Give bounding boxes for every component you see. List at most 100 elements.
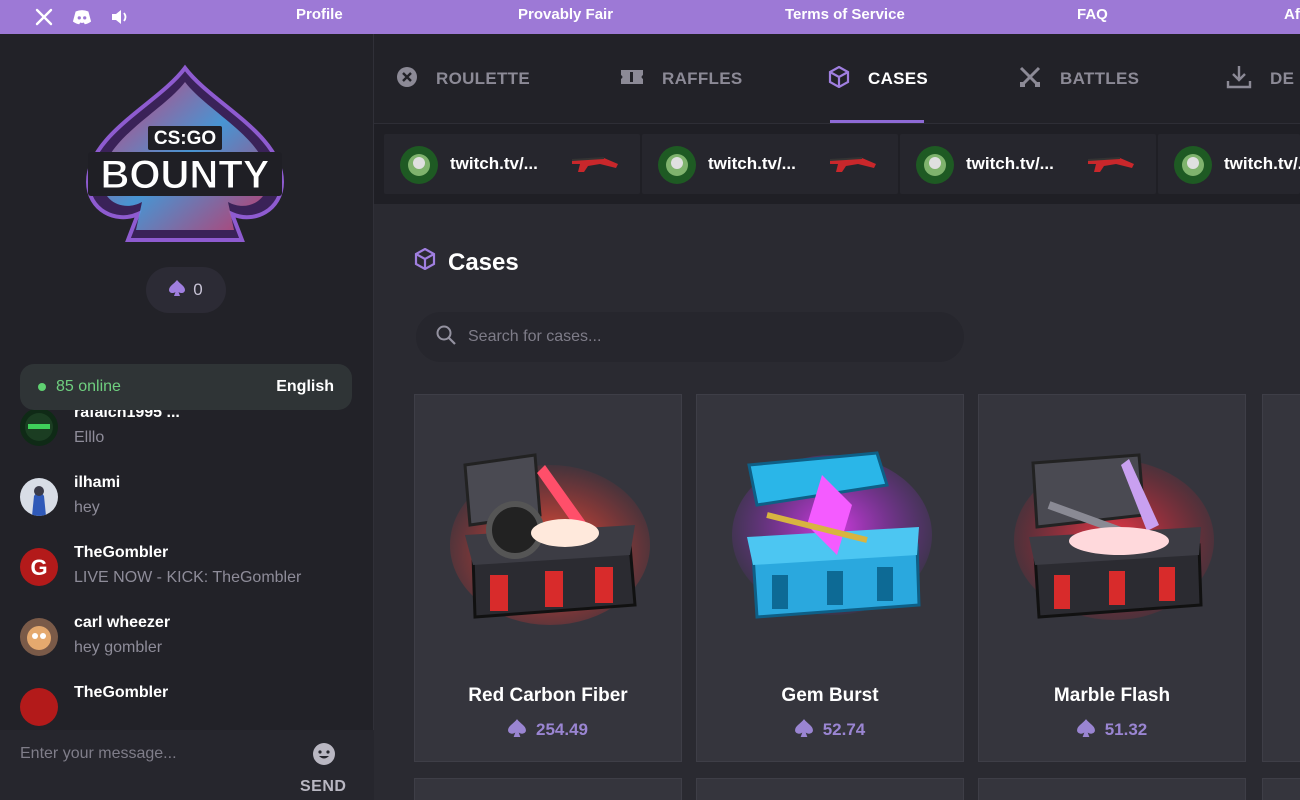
swords-icon — [1018, 65, 1042, 94]
svg-text:G: G — [30, 555, 47, 580]
cube-icon — [828, 65, 850, 93]
feed-item-text: twitch.tv/... — [450, 154, 538, 173]
download-icon — [1226, 64, 1252, 95]
sidebar: CS:GO BOUNTY 0 85 online English rafalch… — [0, 34, 374, 800]
chat-input-bar: Enter your message... SEND — [0, 730, 374, 800]
avatar — [1174, 146, 1212, 184]
chat-username[interactable]: TheGombler — [74, 684, 168, 702]
spade-icon — [169, 279, 186, 301]
feed-item-text: twitch.tv/... — [966, 154, 1054, 173]
nav-provably-fair[interactable]: Provably Fair — [518, 6, 613, 23]
page-title-text: Cases — [448, 248, 519, 276]
case-price-value: 52.74 — [822, 720, 866, 739]
chat-username[interactable]: ilhami — [74, 474, 120, 492]
cube-icon — [414, 247, 436, 277]
case-card-partial[interactable] — [1262, 394, 1300, 762]
spade-icon — [508, 718, 526, 742]
roulette-icon — [396, 66, 418, 93]
case-card-partial[interactable] — [978, 778, 1246, 800]
avatar[interactable] — [20, 408, 58, 446]
tab-battles-label: BATTLES — [1060, 69, 1140, 88]
case-card[interactable]: Marble Flash 51.32 — [978, 394, 1246, 762]
feed-item[interactable]: twitch.tv/... — [384, 134, 640, 194]
case-name: Marble Flash — [1053, 685, 1171, 706]
tab-roulette[interactable]: ROULETTE — [396, 64, 530, 94]
language-selector[interactable]: English — [276, 378, 334, 396]
case-image-gem-burst — [727, 445, 937, 635]
case-image-red-carbon — [445, 445, 655, 635]
top-bar: Profile Provably Fair Terms of Service F… — [0, 0, 1300, 34]
nav-faq[interactable]: FAQ — [1077, 6, 1108, 23]
nav-affiliates[interactable]: Af — [1284, 6, 1300, 23]
send-button[interactable]: SEND — [300, 778, 346, 796]
avatar[interactable] — [20, 478, 58, 516]
chat-message: rafalch1995 ... Elllo — [20, 404, 360, 464]
online-count: 85 online — [38, 378, 121, 396]
ticket-icon — [620, 67, 644, 92]
online-dot-icon — [38, 383, 46, 391]
top-nav: Profile Provably Fair Terms of Service F… — [0, 0, 1300, 34]
search-input[interactable] — [468, 328, 908, 346]
case-card[interactable]: Gem Burst 52.74 — [696, 394, 964, 762]
case-card-partial[interactable] — [1262, 778, 1300, 800]
chat-messages: rafalch1995 ... Elllo ilhami hey G TheGo… — [0, 400, 374, 730]
rifle-icon — [828, 150, 880, 176]
avatar — [916, 146, 954, 184]
chat-username[interactable]: TheGombler — [74, 544, 168, 562]
chat-message: ilhami hey — [20, 474, 360, 534]
page-title: Cases — [414, 247, 519, 277]
site-logo[interactable]: CS:GO BOUNTY — [82, 64, 288, 246]
avatar[interactable] — [20, 618, 58, 656]
feed-item[interactable]: twitch.tv/... — [1158, 134, 1300, 194]
case-name: Red Carbon Fiber — [468, 685, 628, 706]
case-price: 254.49 — [415, 718, 681, 742]
case-card[interactable]: Red Carbon Fiber 254.49 — [414, 394, 682, 762]
chat-header: 85 online English — [20, 364, 352, 410]
tab-raffles-label: RAFFLES — [662, 69, 743, 88]
feed-item[interactable]: twitch.tv/... — [900, 134, 1156, 194]
search-bar — [416, 312, 964, 362]
tab-cases[interactable]: CASES — [828, 64, 928, 94]
balance-pill[interactable]: 0 — [146, 267, 226, 313]
case-card-partial[interactable] — [414, 778, 682, 800]
chat-input[interactable]: Enter your message... — [20, 745, 177, 763]
spade-icon — [794, 718, 813, 742]
logo-line2: BOUNTY — [101, 153, 270, 197]
chat-text: hey gombler — [74, 639, 163, 656]
tab-raffles[interactable]: RAFFLES — [620, 64, 742, 94]
avatar[interactable]: G — [20, 548, 58, 586]
feed-item-text: twitch.tv/... — [1224, 154, 1300, 173]
chat-text: hey — [74, 499, 100, 516]
live-drop-feed: twitch.tv/... twitch.tv/... twitch.tv/..… — [374, 124, 1300, 204]
avatar — [400, 146, 438, 184]
chat-message: G TheGombler LIVE NOW - KICK: TheGombler — [20, 544, 360, 604]
spade-icon — [1076, 718, 1095, 742]
chat-message: TheGombler — [20, 684, 360, 730]
online-count-label: 85 online — [56, 378, 121, 395]
case-price-value: 254.49 — [536, 720, 588, 739]
logo-line1: CS:GO — [154, 128, 216, 149]
nav-terms[interactable]: Terms of Service — [785, 6, 905, 23]
chat-message: carl wheezer hey gombler — [20, 614, 360, 674]
tab-deposit[interactable]: DE — [1226, 64, 1294, 94]
rifle-icon — [1086, 150, 1138, 176]
case-name: Gem Burst — [781, 685, 879, 706]
nav-profile[interactable]: Profile — [296, 6, 343, 23]
chat-username[interactable]: carl wheezer — [74, 614, 170, 632]
chat-text: LIVE NOW - KICK: TheGombler — [74, 569, 302, 586]
case-image-marble-flash — [1009, 445, 1219, 635]
case-card-partial[interactable] — [696, 778, 964, 800]
game-tabs: ROULETTE RAFFLES CASES BATTLES DE — [374, 34, 1300, 124]
case-price: 52.74 — [697, 718, 963, 742]
search-icon — [436, 325, 456, 350]
case-price-value: 51.32 — [1104, 720, 1148, 739]
balance-value: 0 — [193, 280, 203, 299]
tab-battles[interactable]: BATTLES — [1018, 64, 1139, 94]
avatar — [658, 146, 696, 184]
case-price: 51.32 — [979, 718, 1245, 742]
tab-deposit-label: DE — [1270, 69, 1295, 88]
tab-cases-label: CASES — [868, 69, 929, 88]
feed-item[interactable]: twitch.tv/... — [642, 134, 898, 194]
emoji-icon[interactable] — [312, 742, 336, 766]
avatar[interactable] — [20, 688, 58, 726]
